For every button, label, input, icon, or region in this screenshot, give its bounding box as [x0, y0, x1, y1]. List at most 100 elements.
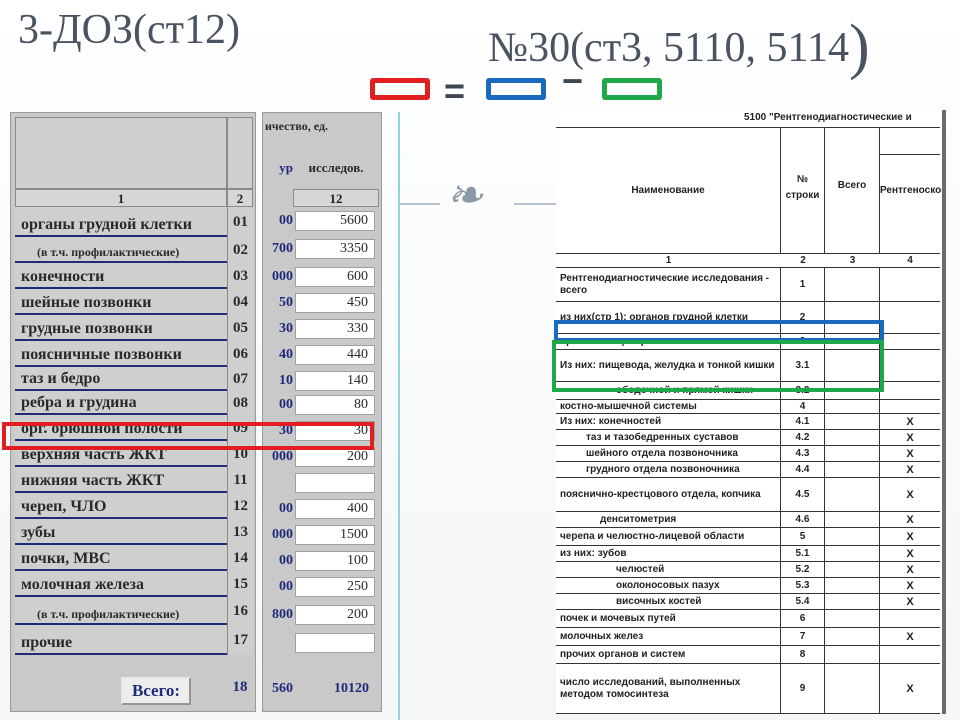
right-row-xray-cell [880, 382, 940, 399]
left-row-code: 02 [227, 237, 253, 263]
mid-row-value-field[interactable]: 5600 [295, 211, 375, 231]
right-row-name: таз и тазобедренных суставов [556, 430, 781, 445]
right-row-total-cell[interactable] [825, 610, 880, 627]
right-row-total-cell[interactable] [825, 446, 880, 461]
mid-row-value-field[interactable]: 200 [295, 605, 375, 625]
right-table-row: грудного отдела позвоночника 4.4 X [556, 462, 940, 478]
left-table-row: органы грудной клетки 01 [15, 207, 253, 237]
right-row-xray-cell: X [906, 415, 914, 428]
mid-row-value-field[interactable]: 600 [295, 267, 375, 287]
right-row-xray-cell [880, 334, 940, 349]
right-row-total-cell[interactable] [825, 268, 880, 301]
right-row-number: 5.4 [781, 594, 825, 609]
right-row-xray-cell [880, 268, 940, 301]
right-row-total-cell[interactable] [825, 478, 880, 511]
mid-row-value-field[interactable]: 450 [295, 293, 375, 313]
mid-row-value-field[interactable] [295, 473, 375, 493]
left-table-row: грудные позвонки 05 [15, 315, 253, 341]
mid-row-value-field[interactable]: 3350 [295, 239, 375, 259]
right-header-no: № строки [781, 128, 825, 254]
right-row-xray-cell: X [906, 431, 914, 444]
right-row-xray-cell: X [906, 682, 914, 695]
right-row-xray-cell: X [906, 488, 914, 501]
left-table-header-num [227, 117, 253, 189]
mid-table-row [263, 473, 383, 495]
mid-row-value-field[interactable]: 400 [295, 499, 375, 519]
right-row-number: 8 [781, 646, 825, 663]
mid-table-row: 00 80 [263, 395, 383, 417]
mid-row-value-field[interactable]: 140 [295, 371, 375, 391]
mid-row-value-field[interactable]: 200 [295, 447, 375, 467]
mid-row-value-field[interactable]: 250 [295, 577, 375, 597]
left-row-code: 05 [227, 315, 253, 341]
right-row-xray-cell: X [906, 447, 914, 460]
left-table-row: череп, ЧЛО 12 [15, 493, 253, 519]
mid-row-value-field[interactable]: 1500 [295, 525, 375, 545]
right-row-total-cell[interactable] [825, 546, 880, 561]
left-table-row: таз и бедро 07 [15, 367, 253, 391]
right-row-xray-cell: X [906, 563, 914, 576]
right-row-total-cell[interactable] [825, 562, 880, 577]
right-row-total-cell[interactable] [825, 430, 880, 445]
mid-row-left: 700 [272, 241, 293, 256]
mid-row-left: 000 [272, 449, 293, 464]
right-row-total-cell[interactable] [825, 578, 880, 593]
title-left: 3-ДОЗ(ст12) [18, 7, 240, 53]
right-row-total-cell[interactable] [825, 628, 880, 645]
total-button[interactable]: Всего: [121, 677, 191, 705]
left-row-code: 16 [227, 597, 253, 625]
right-row-xray-cell [880, 646, 940, 663]
mid-row-left: 50 [279, 295, 293, 310]
right-table-row: челюстей 5.2 X [556, 562, 940, 578]
mid-col-left-header: ур [279, 160, 293, 175]
left-row-name: молочная железа [15, 571, 227, 597]
mid-row-left: 000 [272, 269, 293, 284]
left-table-row: конечности 03 [15, 263, 253, 289]
mid-table-row: 800 200 [263, 605, 383, 627]
right-header-xray: Рентгеноскопий [880, 154, 942, 254]
left-row-name: ребра и грудина [15, 391, 227, 415]
left-row-name: зубы [15, 519, 227, 545]
left-table-row: поясничные позвонки 06 [15, 341, 253, 367]
left-row-code: 15 [227, 571, 253, 597]
right-col-number: 3 [849, 255, 856, 266]
right-row-total-cell[interactable] [825, 664, 880, 713]
legend-green-box [602, 78, 662, 100]
right-row-number: 5.3 [781, 578, 825, 593]
right-row-xray-cell: X [906, 463, 914, 476]
left-row-code: 12 [227, 493, 253, 519]
right-row-xray-cell [880, 302, 940, 333]
left-row-name: конечности [15, 263, 227, 289]
total-code: 18 [232, 679, 248, 695]
divider-line-left [400, 203, 440, 205]
mid-col-right-header: исследов. [308, 160, 364, 175]
left-row-code: 17 [227, 625, 253, 655]
right-row-total-cell[interactable] [825, 414, 880, 429]
right-row-number: 4.3 [781, 446, 825, 461]
mid-row-value-field[interactable]: 440 [295, 345, 375, 365]
title-right-text: №30(ст3, 5110, 5114 [488, 25, 849, 71]
mid-row-value-field[interactable]: 100 [295, 551, 375, 571]
mid-row-value-field[interactable]: 80 [295, 395, 375, 415]
mid-row-left: 10 [279, 373, 293, 388]
color-legend: = − [0, 60, 960, 111]
right-row-total-cell[interactable] [825, 512, 880, 527]
right-row-total-cell[interactable] [825, 528, 880, 545]
mid-row-value-field[interactable] [295, 633, 375, 653]
mid-row-value-field[interactable]: 330 [295, 319, 375, 339]
right-row-total-cell[interactable] [825, 462, 880, 477]
mid-table-row: 50 450 [263, 293, 383, 315]
mid-table-row: 40 440 [263, 345, 383, 367]
left-row-code: 07 [227, 367, 253, 391]
right-row-total-cell[interactable] [825, 646, 880, 663]
left-row-code: 03 [227, 263, 253, 289]
left-row-code: 01 [227, 207, 253, 237]
right-header-all: Всего [825, 128, 880, 254]
right-row-number: 1 [781, 268, 825, 301]
right-table-row: пояснично-крестцового отдела, копчика 4.5… [556, 478, 940, 512]
left-row-code: 13 [227, 519, 253, 545]
right-table-row: Рентгенодиагностические исследования - в… [556, 268, 940, 302]
left-row-name: почки, МВС [15, 545, 227, 571]
right-row-total-cell[interactable] [825, 594, 880, 609]
right-row-total-cell[interactable] [825, 400, 880, 413]
